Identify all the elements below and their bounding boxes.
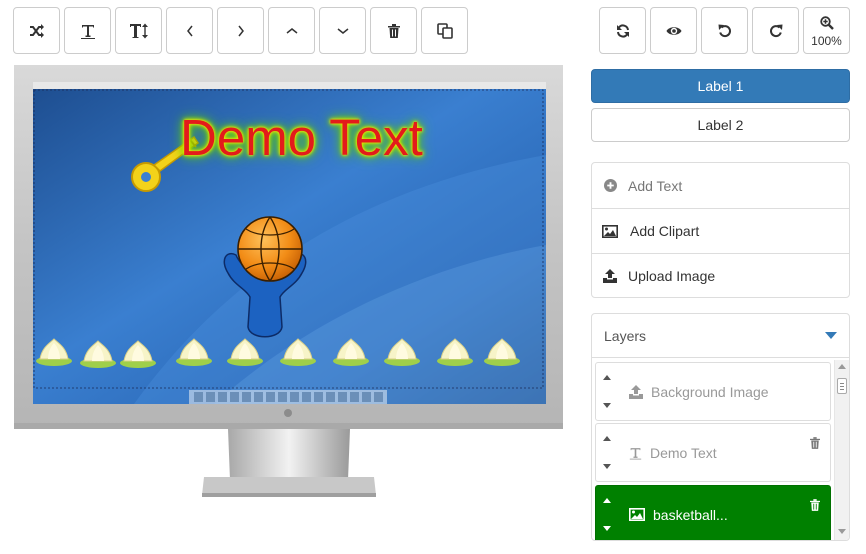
redo-icon [769, 24, 782, 37]
layer-reorder-handles [601, 432, 613, 476]
chevron-down-icon [337, 27, 348, 34]
move-down-button[interactable] [319, 7, 366, 54]
caret-down-icon [825, 332, 837, 339]
shuffle-icon [29, 23, 44, 38]
layers-title: Layers [604, 327, 647, 344]
trash-icon[interactable] [810, 436, 820, 454]
layer-reorder-handles [601, 494, 613, 538]
duplicate-button[interactable] [421, 7, 468, 54]
move-up-button[interactable] [268, 7, 315, 54]
plus-circle-icon [602, 178, 618, 194]
undo-icon [718, 24, 731, 37]
refresh-button[interactable] [599, 7, 646, 54]
design-canvas[interactable]: Demo Text [14, 65, 563, 499]
label-1-button[interactable]: Label 1 [591, 69, 850, 103]
copy-icon [436, 22, 453, 39]
layer-label: Background Image [651, 383, 769, 400]
text-icon [80, 24, 95, 39]
layer-content: Demo Text [629, 424, 717, 481]
arrow-down-icon[interactable] [603, 526, 611, 531]
arrow-down-icon[interactable] [603, 464, 611, 469]
designer-app: 100% Demo Text Label 1 Label 2 Add Text … [0, 0, 866, 554]
layer-reorder-handles [601, 371, 613, 415]
text-height-icon [129, 23, 148, 38]
upload-icon [602, 268, 618, 284]
text-icon [629, 446, 642, 460]
upload-image-action[interactable]: Upload Image [592, 253, 849, 298]
add-actions-list: Add Text Add Clipart Upload Image [591, 162, 850, 298]
image-icon [602, 223, 618, 239]
layer-label: Demo Text [650, 444, 717, 461]
layers-panel: Layers Background Image Demo Text basket… [591, 313, 850, 541]
move-left-button[interactable] [166, 7, 213, 54]
layer-content: basketball... [629, 486, 728, 540]
layer-label: basketball... [653, 506, 728, 523]
preview-button[interactable] [650, 7, 697, 54]
trash-icon [387, 23, 400, 38]
move-right-button[interactable] [217, 7, 264, 54]
arrow-down-icon[interactable] [603, 403, 611, 408]
arrow-up-icon[interactable] [603, 498, 611, 503]
layer-item-basketball[interactable]: basketball... [595, 485, 831, 540]
demo-text-object[interactable]: Demo Text [180, 108, 423, 167]
layers-header[interactable]: Layers [592, 314, 849, 358]
delete-button[interactable] [370, 7, 417, 54]
eye-icon [666, 26, 681, 35]
add-clipart-label: Add Clipart [630, 223, 700, 239]
undo-button[interactable] [701, 7, 748, 54]
trash-icon[interactable] [810, 498, 820, 516]
add-clipart-action[interactable]: Add Clipart [592, 208, 849, 253]
upload-icon [629, 384, 643, 399]
redo-button[interactable] [752, 7, 799, 54]
arrow-up-icon[interactable] [603, 375, 611, 380]
label-2-button[interactable]: Label 2 [591, 108, 850, 142]
scroll-up-icon[interactable] [838, 364, 846, 369]
scroll-down-icon[interactable] [838, 529, 846, 534]
arrow-up-icon[interactable] [603, 436, 611, 441]
add-text-button[interactable] [64, 7, 111, 54]
upload-image-label: Upload Image [628, 268, 716, 284]
scrollbar-thumb[interactable] [837, 378, 847, 394]
zoom-in-icon [819, 16, 834, 30]
shuffle-button[interactable] [13, 7, 60, 54]
layer-item-background[interactable]: Background Image [595, 362, 831, 421]
zoom-level: 100% [811, 34, 842, 48]
text-height-button[interactable] [115, 7, 162, 54]
chevron-left-icon [186, 25, 193, 36]
image-icon [629, 508, 645, 521]
layers-scrollbar[interactable] [834, 360, 849, 540]
layer-content: Background Image [629, 363, 769, 420]
zoom-button[interactable]: 100% [803, 7, 850, 54]
chevron-up-icon [286, 27, 297, 34]
apple-logo [284, 409, 292, 417]
refresh-icon [616, 23, 629, 38]
add-text-action[interactable]: Add Text [592, 163, 849, 208]
layer-item-demo-text[interactable]: Demo Text [595, 423, 831, 482]
add-text-label: Add Text [628, 177, 683, 194]
chevron-right-icon [237, 25, 244, 36]
